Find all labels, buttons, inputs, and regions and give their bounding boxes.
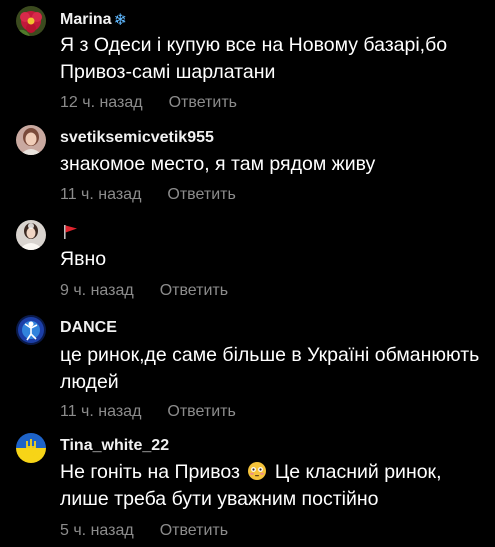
dancer-avatar[interactable] — [16, 315, 46, 345]
comment-username[interactable]: DANCE — [60, 319, 117, 337]
comment-username[interactable]: Marina ❄ — [60, 10, 127, 30]
flushed-face-emoji-icon — [247, 461, 267, 481]
comment-text-part: Не гоніть на Привоз — [60, 461, 240, 483]
flower-avatar[interactable] — [16, 6, 46, 36]
comment-text: Я з Одеси і купую все на Новому базарі,б… — [60, 34, 448, 83]
snowflake-icon: ❄ — [113, 12, 127, 29]
comment-meta: 11 ч. назад Ответить — [60, 403, 236, 421]
reply-button[interactable]: Ответить — [160, 282, 228, 300]
comment-time: 9 ч. назад — [60, 282, 134, 299]
comment-time: 11 ч. назад — [60, 186, 142, 203]
red-flag-icon — [62, 224, 80, 240]
comment-meta: 12 ч. назад Ответить — [60, 94, 237, 112]
comment-time: 12 ч. назад — [60, 94, 143, 111]
comment-meta: 5 ч. назад Ответить — [60, 522, 228, 540]
woman-portrait-avatar[interactable] — [16, 125, 46, 155]
comment-username[interactable]: Tina_white_22 — [60, 437, 169, 455]
comment-username[interactable] — [60, 224, 80, 240]
comment-text: знакомое место, я там рядом живу — [60, 153, 376, 175]
comment-text: Явно — [60, 248, 107, 270]
comment-meta: 11 ч. назад Ответить — [60, 186, 236, 204]
comment-time: 11 ч. назад — [60, 403, 142, 420]
ukraine-coat-of-arms-avatar[interactable] — [16, 433, 46, 463]
reply-button[interactable]: Ответить — [167, 403, 235, 421]
comment-text: це ринок,де саме більше в Україні обманю… — [60, 344, 480, 393]
comment-meta: 9 ч. назад Ответить — [60, 282, 228, 300]
comment-text: Не гоніть на Привоз Це класний ринок, ли… — [60, 459, 490, 513]
comment-time: 5 ч. назад — [60, 522, 134, 539]
bride-portrait-avatar[interactable] — [16, 220, 46, 250]
comment-username[interactable]: svetiksemicvetik955 — [60, 129, 214, 147]
reply-button[interactable]: Ответить — [167, 186, 235, 204]
reply-button[interactable]: Ответить — [169, 94, 237, 112]
reply-button[interactable]: Ответить — [160, 522, 228, 540]
